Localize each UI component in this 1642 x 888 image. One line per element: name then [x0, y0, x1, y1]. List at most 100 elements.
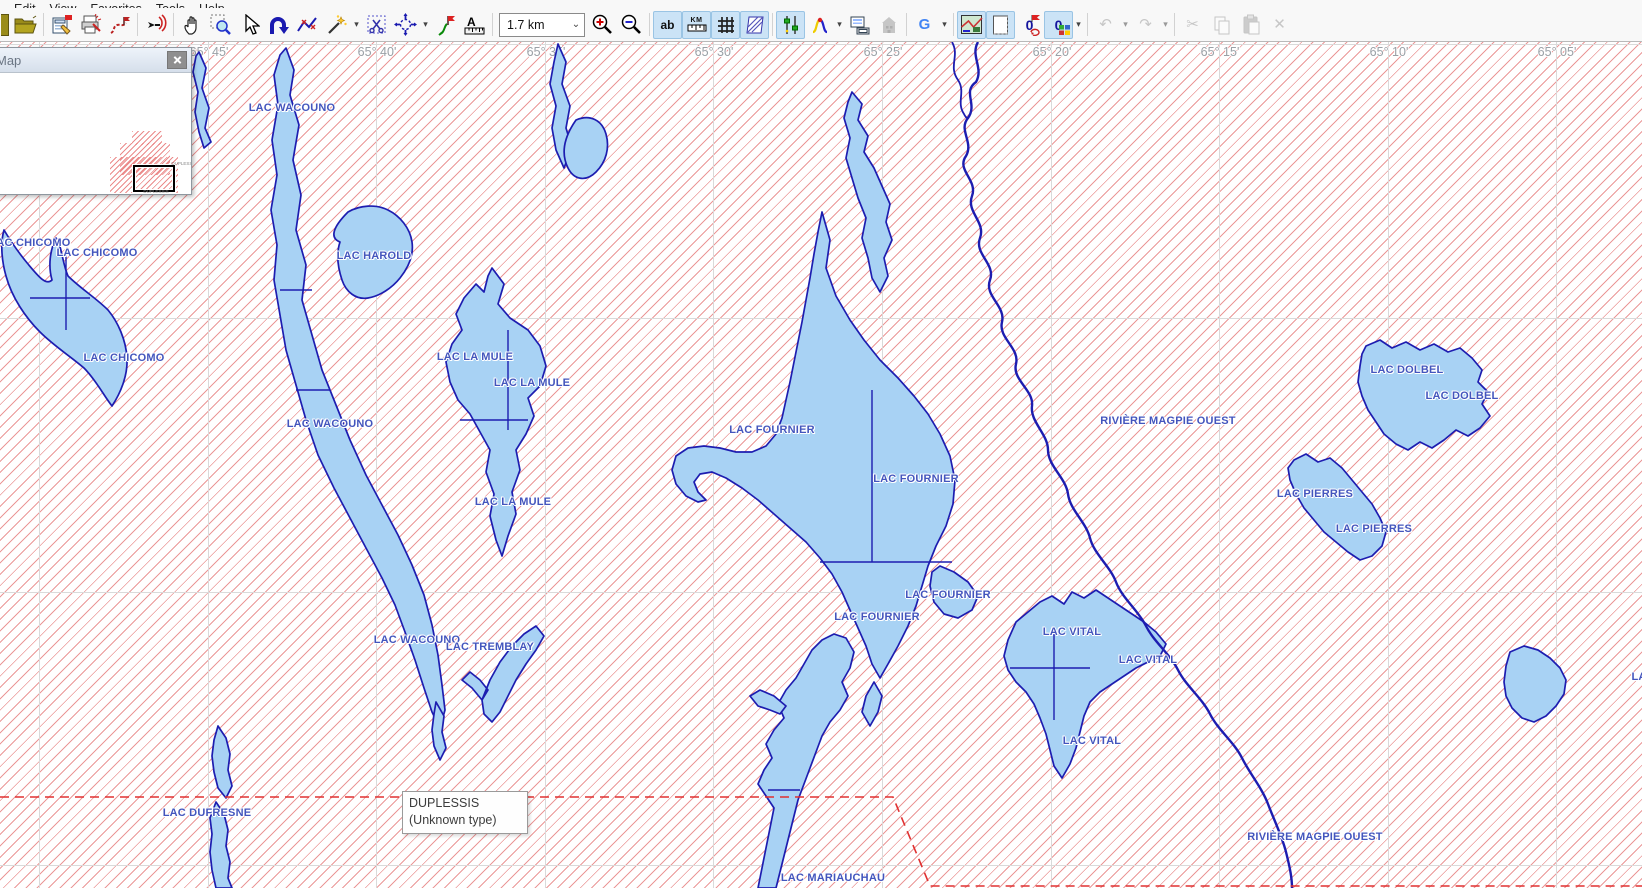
scalebar-icon: KM [687, 17, 707, 32]
lake-la-mule[interactable] [446, 268, 546, 556]
overview-region-label: DUPLESSIS [171, 161, 191, 166]
tooltip-subtitle: (Unknown type) [409, 812, 521, 829]
building-button[interactable] [874, 11, 903, 39]
uturn-arrow-tool[interactable] [264, 11, 293, 39]
lake-mariauchau[interactable] [758, 634, 854, 888]
riviere-magpie-ouest[interactable] [952, 42, 1292, 888]
menu-bar: EditViewFavoritesToolsHelp [0, 0, 1642, 8]
zoom-in-button[interactable] [588, 11, 617, 39]
waypoint-style-button[interactable] [805, 11, 834, 39]
hatch-overlay-toggle-button[interactable] [740, 11, 769, 39]
toolbar-separator [649, 13, 650, 36]
map-scale-value: 1.7 km [500, 18, 568, 32]
print-setup-button[interactable] [76, 11, 105, 39]
lake-fournier-arm[interactable] [844, 92, 892, 292]
toolbar-separator [953, 13, 954, 36]
labels-toggle-text: ab [660, 18, 674, 32]
redo-icon: ↷ [1139, 17, 1152, 32]
select-arrow-tool[interactable] [235, 11, 264, 39]
google-maps-dropdown[interactable]: ▾ [939, 19, 950, 30]
pan-hand-tool[interactable] [177, 11, 206, 39]
pan-move-dropdown[interactable]: ▾ [420, 19, 431, 30]
overview-panel-title: Map [0, 53, 167, 68]
overview-view-rectangle[interactable] [133, 165, 175, 192]
lake-fournier-se-lobe[interactable] [930, 566, 978, 618]
toolbar-separator [492, 13, 493, 36]
toolbar-separator [906, 13, 907, 36]
tooltip-title: DUPLESSIS [409, 795, 521, 812]
toolbar-separator [137, 13, 138, 36]
overlay-dropdown[interactable]: ▾ [1073, 19, 1084, 30]
labels-toggle-button[interactable]: ab [653, 11, 682, 39]
cut-button[interactable]: ✂ [1178, 11, 1207, 39]
lake-tremblay[interactable] [462, 626, 544, 722]
waypoint-style-dropdown[interactable]: ▾ [834, 19, 845, 30]
redo-dropdown[interactable]: ▾ [1160, 19, 1171, 30]
crop-tool[interactable] [362, 11, 391, 39]
clipped-icon[interactable] [1, 14, 9, 36]
lake-dolbel[interactable] [1358, 340, 1490, 450]
pan-move-tool[interactable] [391, 11, 420, 39]
undo-button[interactable]: ↶ [1091, 11, 1120, 39]
map-tooltip: DUPLESSIS (Unknown type) [402, 791, 528, 834]
toolbar: ▾ ▾ A 1.7 km ⌄ ab KM [0, 8, 1642, 42]
waypoint-flag-tool[interactable] [431, 11, 460, 39]
lake-mariauchau-arm[interactable] [750, 690, 786, 714]
lake-dufresne-south[interactable] [210, 802, 232, 888]
lake-wacouno[interactable] [271, 48, 445, 728]
delete-button[interactable]: ✕ [1265, 11, 1294, 39]
zoom-out-button[interactable] [617, 11, 646, 39]
combobox-chevron-icon: ⌄ [568, 19, 584, 30]
svg-text:A: A [467, 15, 476, 29]
lake-unnamed-right-edge[interactable] [1504, 646, 1566, 722]
undo-dropdown[interactable]: ▾ [1120, 19, 1131, 30]
toolbar-separator [173, 13, 174, 36]
overview-region-label: DUPLESSIS [143, 189, 168, 193]
overlay-waypoints-button[interactable]: 0 [1015, 11, 1044, 39]
display-settings-toggle-button[interactable] [776, 11, 805, 39]
print-form-button[interactable] [845, 11, 874, 39]
boundary-duplessis[interactable] [0, 797, 1642, 886]
grid-toggle-button[interactable] [711, 11, 740, 39]
cut-icon: ✂ [1186, 17, 1199, 32]
map-scale-combobox[interactable]: 1.7 km ⌄ [499, 13, 585, 37]
toolbar-separator [1174, 13, 1175, 36]
track-line-tool[interactable] [293, 11, 322, 39]
toolbar-separator [43, 13, 44, 36]
lake-fournier-tail[interactable] [862, 682, 882, 726]
map-view-toggle-button[interactable] [957, 11, 986, 39]
lake-unnamed-topleft[interactable] [193, 52, 211, 148]
overview-panel-titlebar: Map [0, 48, 191, 73]
toolbar-separator [1087, 13, 1088, 36]
map-features-layer [0, 42, 1642, 888]
lake-harold[interactable] [334, 206, 413, 298]
scalebar-toggle-button[interactable]: KM [682, 11, 711, 39]
lake-pierres[interactable] [1288, 454, 1386, 560]
overview-panel-body[interactable]: DUPLESSIS DUPLESSIS [0, 73, 191, 193]
route-flag-button[interactable] [105, 11, 134, 39]
google-maps-button[interactable]: G [910, 11, 939, 39]
open-folder-button[interactable] [11, 11, 40, 39]
magic-wand-dropdown[interactable]: ▾ [351, 19, 362, 30]
undo-icon: ↶ [1099, 17, 1112, 32]
lake-fournier[interactable] [672, 212, 955, 678]
ruler-text-tool[interactable]: A [460, 11, 489, 39]
magic-wand-tool[interactable] [322, 11, 351, 39]
lake-chicomo[interactable] [2, 230, 127, 406]
redo-button[interactable]: ↷ [1131, 11, 1160, 39]
overview-region-hatch [132, 131, 162, 145]
map-properties-button[interactable] [47, 11, 76, 39]
delete-icon: ✕ [1273, 17, 1286, 32]
copy-button[interactable] [1207, 11, 1236, 39]
google-g-icon: G [919, 16, 931, 33]
overview-map-panel: Map DUPLESSIS DUPLESSIS [0, 47, 192, 195]
close-icon[interactable] [167, 51, 187, 69]
send-to-gps-button[interactable] [141, 11, 170, 39]
blank-page-toggle-button[interactable] [986, 11, 1015, 39]
overlay-tracks-button[interactable]: 0 [1044, 11, 1073, 39]
lake-la-mule-blob[interactable] [564, 118, 607, 179]
paste-button[interactable] [1236, 11, 1265, 39]
lake-dufresne-north[interactable] [212, 726, 232, 798]
zoom-select-tool[interactable] [206, 11, 235, 39]
toolbar-separator [772, 13, 773, 36]
